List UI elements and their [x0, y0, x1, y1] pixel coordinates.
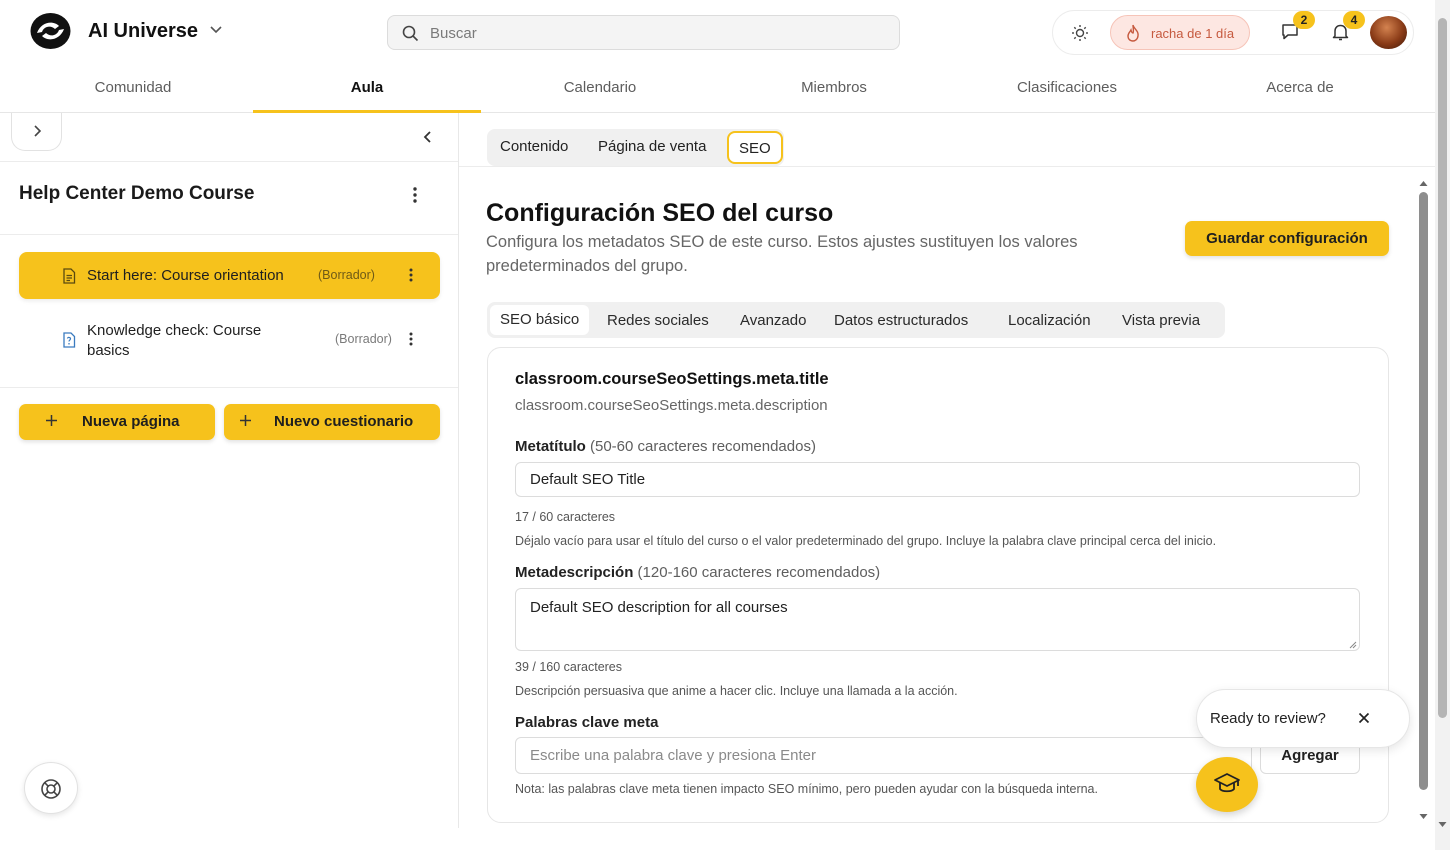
tab-miembros[interactable]: Miembros — [720, 64, 948, 113]
collapse-sidebar-icon[interactable] — [423, 130, 433, 144]
card-title: classroom.courseSeoSettings.meta.title — [515, 370, 829, 388]
content-tabs: Contenido Página de venta SEO — [487, 129, 784, 166]
plus-icon — [44, 413, 59, 428]
seo-tabs: SEO básico Redes sociales Avanzado Datos… — [487, 302, 1225, 338]
help-button[interactable] — [24, 762, 78, 814]
meta-description-label-text: Metadescripción — [515, 564, 634, 581]
course-review-button[interactable] — [1196, 757, 1258, 812]
lesson-item[interactable]: Start here: Course orientation (Borrador… — [19, 252, 440, 299]
lesson-status: (Borrador) — [335, 332, 392, 346]
resize-handle-icon[interactable] — [1349, 641, 1357, 649]
messages-count-badge: 2 — [1293, 11, 1315, 29]
top-header: AI Universe Buscar racha de 1 día 2 4 — [0, 0, 1450, 64]
meta-description-hint: (120-160 caracteres recomendados) — [637, 564, 881, 581]
course-sidebar: Help Center Demo Course Start here: Cour… — [0, 113, 459, 828]
page-title: Configuración SEO del curso — [486, 199, 834, 227]
meta-description-label: Metadescripción (120-160 caracteres reco… — [515, 564, 880, 581]
quiz-icon — [62, 332, 76, 348]
meta-keywords-label: Palabras clave meta — [515, 714, 659, 731]
more-vertical-icon[interactable] — [413, 187, 417, 203]
tab-contenido[interactable]: Contenido — [500, 138, 568, 155]
tab-seo-basico[interactable]: SEO básico — [490, 305, 590, 335]
more-vertical-icon[interactable] — [409, 332, 413, 346]
tab-aula[interactable]: Aula — [253, 64, 481, 113]
meta-keywords-note: Nota: las palabras clave meta tienen imp… — [515, 782, 1098, 796]
meta-title-hint: (50-60 caracteres recomendados) — [590, 438, 816, 455]
review-toast: Ready to review? — [1196, 689, 1410, 748]
content-scrollbar[interactable] — [1416, 176, 1431, 828]
divider — [0, 387, 458, 388]
meta-description-char-count: 39 / 160 caracteres — [515, 660, 623, 674]
tab-avanzado[interactable]: Avanzado — [740, 312, 806, 329]
flame-icon — [1125, 24, 1141, 42]
tab-datos-estructurados[interactable]: Datos estructurados — [834, 312, 968, 329]
lesson-title: Knowledge check: Course basics — [87, 322, 262, 359]
theme-toggle-icon[interactable] — [1071, 24, 1089, 42]
tab-seo[interactable]: SEO — [727, 131, 783, 164]
streak-label: racha de 1 día — [1151, 26, 1235, 41]
app-logo-icon[interactable] — [29, 12, 72, 50]
close-icon[interactable] — [1358, 712, 1370, 724]
tab-acerca-de[interactable]: Acerca de — [1186, 64, 1414, 113]
expand-button[interactable] — [11, 113, 62, 151]
card-description: classroom.courseSeoSettings.meta.descrip… — [515, 397, 828, 414]
lesson-status: (Borrador) — [318, 268, 375, 282]
divider — [0, 234, 458, 235]
new-page-label: Nueva página — [82, 413, 180, 430]
page-scrollbar[interactable] — [1435, 0, 1450, 850]
toast-text: Ready to review? — [1210, 710, 1326, 727]
divider — [459, 166, 1435, 167]
tab-clasificaciones[interactable]: Clasificaciones — [953, 64, 1181, 113]
meta-title-char-count: 17 / 60 caracteres — [515, 510, 616, 524]
meta-description-help-text: Descripción persuasiva que anime a hacer… — [515, 684, 958, 698]
save-settings-button[interactable]: Guardar configuración — [1185, 221, 1389, 256]
lifebuoy-icon — [25, 778, 77, 800]
main-nav: Comunidad Aula Calendario Miembros Clasi… — [0, 64, 1435, 113]
tab-localizacion[interactable]: Localización — [1008, 312, 1091, 329]
new-quiz-button[interactable]: Nuevo cuestionario — [224, 404, 440, 440]
tab-pagina-de-venta[interactable]: Página de venta — [598, 138, 706, 155]
new-page-button[interactable]: Nueva página — [19, 404, 215, 440]
document-icon — [62, 268, 76, 284]
graduation-cap-icon — [1196, 771, 1258, 797]
tab-comunidad[interactable]: Comunidad — [19, 64, 247, 113]
tab-calendario[interactable]: Calendario — [486, 64, 714, 113]
plus-icon — [238, 413, 253, 428]
search-input[interactable]: Buscar — [387, 15, 900, 50]
meta-keywords-input[interactable]: Escribe una palabra clave y presiona Ent… — [515, 737, 1252, 774]
search-placeholder: Buscar — [430, 25, 477, 42]
meta-title-label-text: Metatítulo — [515, 438, 586, 455]
lesson-title: Start here: Course orientation — [87, 267, 284, 284]
more-vertical-icon[interactable] — [409, 268, 413, 282]
app-name[interactable]: AI Universe — [88, 20, 198, 43]
meta-description-textarea[interactable]: Default SEO description for all courses — [515, 588, 1360, 651]
meta-title-input[interactable]: Default SEO Title — [515, 462, 1360, 497]
meta-title-label: Metatítulo (50-60 caracteres recomendado… — [515, 438, 816, 455]
meta-title-help-text: Déjalo vacío para usar el título del cur… — [515, 534, 1217, 548]
lesson-item[interactable]: Knowledge check: Course basics (Borrador… — [19, 309, 440, 371]
user-avatar[interactable] — [1370, 16, 1407, 49]
scrollbar-thumb[interactable] — [1419, 192, 1428, 790]
chevron-down-icon[interactable] — [209, 25, 223, 35]
scrollbar-thumb[interactable] — [1438, 18, 1447, 718]
page-subtitle: Configura los metadatos SEO de este curs… — [486, 233, 1078, 275]
divider — [0, 161, 458, 162]
course-title: Help Center Demo Course — [19, 183, 255, 204]
notifications-count-badge: 4 — [1343, 11, 1365, 29]
streak-badge[interactable]: racha de 1 día — [1110, 15, 1250, 50]
tab-vista-previa[interactable]: Vista previa — [1122, 312, 1200, 329]
search-icon — [402, 25, 419, 42]
tab-redes-sociales[interactable]: Redes sociales — [607, 312, 709, 329]
new-quiz-label: Nuevo cuestionario — [274, 413, 414, 430]
